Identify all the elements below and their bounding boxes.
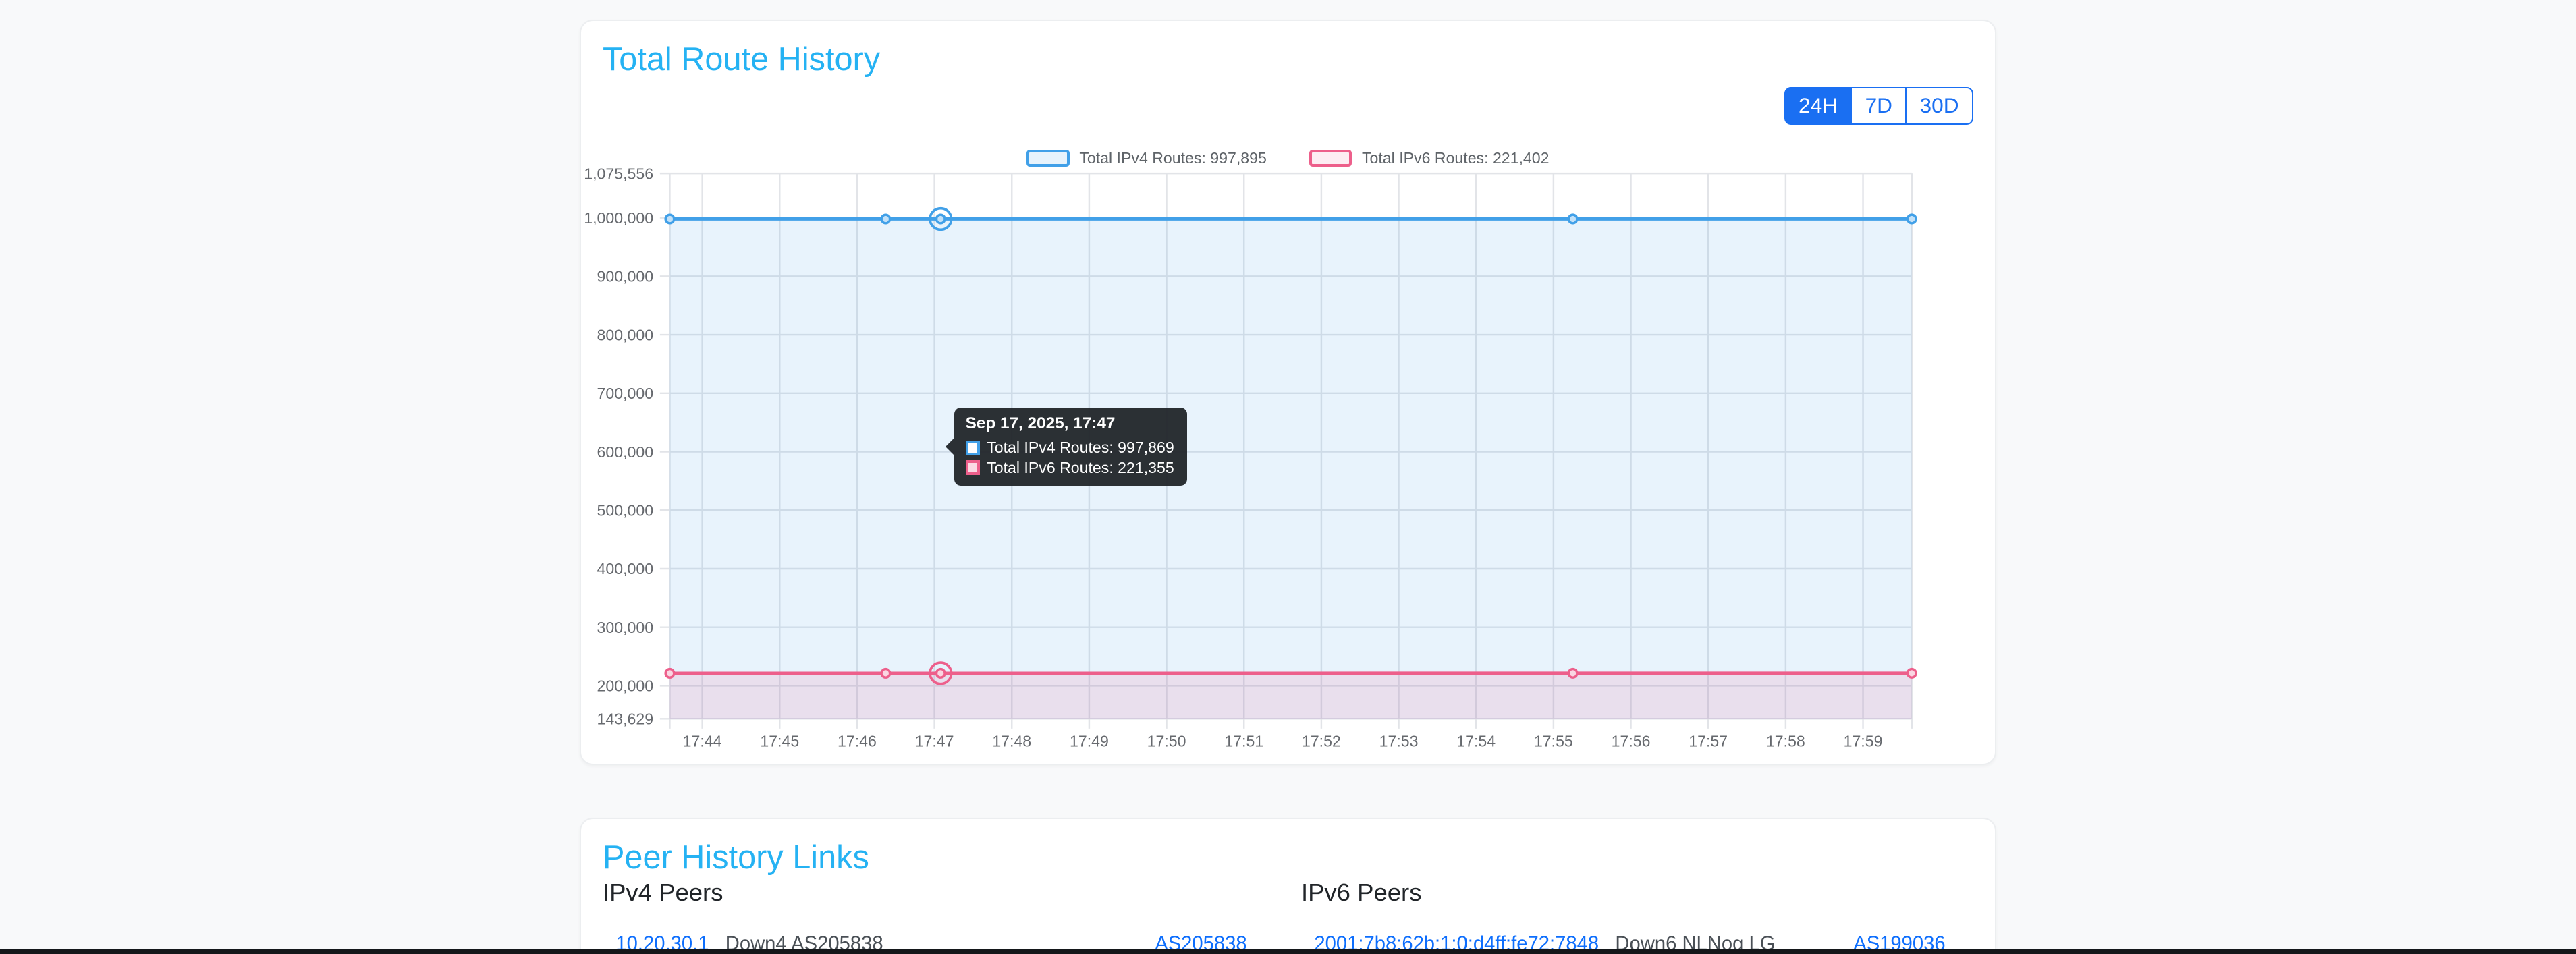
- x-axis-tick-label: 17:58: [1766, 733, 1805, 750]
- x-axis-tick-label: 17:46: [838, 733, 877, 750]
- data-point: [881, 215, 890, 224]
- range-button-24h[interactable]: 24H: [1784, 87, 1853, 125]
- data-point: [937, 669, 946, 678]
- y-axis-tick-label: 500,000: [597, 502, 654, 520]
- x-axis-tick-label: 17:57: [1689, 733, 1728, 750]
- y-axis-tick-label: 800,000: [597, 327, 654, 344]
- range-button-30d[interactable]: 30D: [1905, 87, 1973, 125]
- y-axis-tick-label: 200,000: [597, 677, 654, 695]
- data-point: [665, 215, 674, 224]
- total-ipv6-routes-area: [670, 673, 1912, 719]
- x-axis-tick-label: 17:45: [761, 733, 800, 750]
- tooltip-label-ipv6: Total IPv6 Routes: 221,355: [987, 458, 1174, 478]
- chart-canvas[interactable]: 1,075,556 1,000,000 900,000 800,000 700,000 6…: [581, 139, 1997, 760]
- time-range-button-group: 24H 7D 30D: [1784, 87, 1973, 125]
- app-background: Total Route History 24H 7D 30D Total IPv…: [0, 0, 2576, 954]
- x-axis-tick-label: 17:44: [683, 733, 722, 750]
- x-axis-tick-label: 17:54: [1457, 733, 1496, 750]
- data-point: [665, 669, 674, 678]
- peer-columns: IPv4 Peers 10.20.30.1 Down4 AS205838 AS2…: [603, 878, 1958, 954]
- total-ipv4-routes-area: [670, 219, 1912, 719]
- tooltip-swatch-ipv6: [966, 460, 981, 475]
- data-point: [1908, 215, 1917, 224]
- tooltip-row-ipv6: Total IPv6 Routes: 221,355: [966, 458, 1174, 478]
- y-axis-tick-label: 600,000: [597, 443, 654, 461]
- tooltip-swatch-ipv4: [966, 441, 981, 455]
- y-axis-tick-label: 700,000: [597, 385, 654, 403]
- peer-history-links-card: Peer History Links IPv4 Peers 10.20.30.1…: [580, 818, 1996, 954]
- x-axis-tick-label: 17:53: [1379, 733, 1419, 750]
- ipv6-peers-column: IPv6 Peers 2001:7b8:62b:1:0:d4ff:fe72:78…: [1301, 878, 1958, 954]
- x-axis-tick-label: 17:51: [1225, 733, 1264, 750]
- peer-card-title: Peer History Links: [603, 839, 869, 876]
- route-card-title: Total Route History: [603, 40, 880, 78]
- tooltip-row-ipv4: Total IPv4 Routes: 997,869: [966, 438, 1174, 457]
- data-point: [1569, 215, 1578, 224]
- data-point: [1908, 669, 1917, 678]
- y-axis-tick-label: 400,000: [597, 561, 654, 578]
- y-axis-tick-label: 143,629: [597, 710, 654, 728]
- data-point: [937, 215, 946, 224]
- x-axis-tick-label: 17:56: [1612, 733, 1651, 750]
- y-axis-tick-label: 300,000: [597, 619, 654, 636]
- y-axis-tick-label: 1,000,000: [584, 209, 654, 227]
- y-axis-tick-label: 1,075,556: [584, 165, 654, 183]
- x-axis-tick-label: 17:52: [1302, 733, 1341, 750]
- chart-tooltip: Sep 17, 2025, 17:47 Total IPv4 Routes: 9…: [954, 408, 1188, 486]
- ipv4-peers-column: IPv4 Peers 10.20.30.1 Down4 AS205838 AS2…: [603, 878, 1260, 954]
- data-point: [881, 669, 890, 678]
- x-axis-tick-label: 17:59: [1844, 733, 1883, 750]
- route-history-chart[interactable]: 1,075,556 1,000,000 900,000 800,000 700,000 6…: [581, 139, 1997, 760]
- total-route-history-card: Total Route History 24H 7D 30D Total IPv…: [580, 20, 1996, 765]
- tooltip-title: Sep 17, 2025, 17:47: [966, 414, 1174, 433]
- x-axis-tick-label: 17:47: [915, 733, 954, 750]
- ipv6-peers-heading: IPv6 Peers: [1301, 878, 1958, 907]
- x-axis-tick-label: 17:55: [1534, 733, 1573, 750]
- x-axis-tick-label: 17:50: [1147, 733, 1186, 750]
- data-point: [1569, 669, 1578, 678]
- x-axis-tick-label: 17:48: [993, 733, 1032, 750]
- x-axis-tick-label: 17:49: [1070, 733, 1109, 750]
- range-button-7d[interactable]: 7D: [1851, 87, 1907, 125]
- y-axis-tick-label: 900,000: [597, 268, 654, 285]
- tooltip-label-ipv4: Total IPv4 Routes: 997,869: [987, 438, 1174, 457]
- ipv4-peers-heading: IPv4 Peers: [603, 878, 1260, 907]
